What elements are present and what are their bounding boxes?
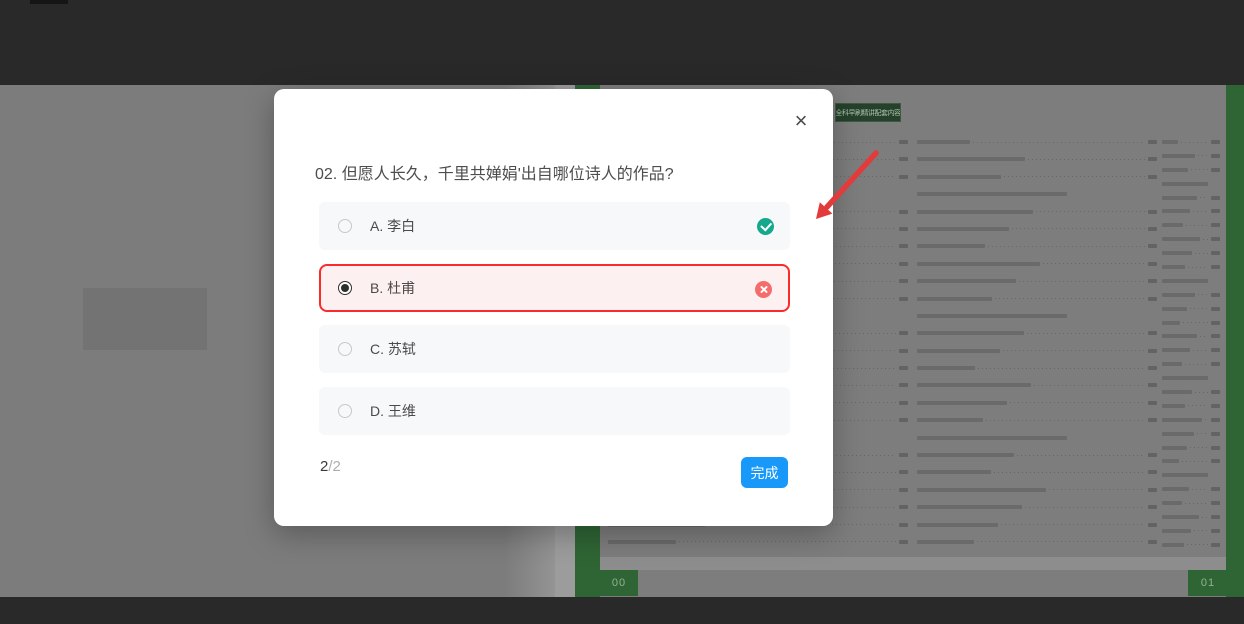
- toc-row: [1162, 362, 1220, 366]
- option-c[interactable]: C. 苏轼: [319, 325, 790, 373]
- toc-row: [1162, 223, 1220, 227]
- toc-row: [917, 210, 1157, 214]
- toc-row: [1162, 376, 1220, 380]
- toc-row: [1162, 307, 1220, 311]
- page-number-tab-left: 00: [600, 570, 638, 596]
- page-number-tab-right: 01: [1188, 570, 1226, 596]
- option-label: B. 杜甫: [370, 278, 415, 298]
- toc-row: [917, 383, 1157, 387]
- option-label: C. 苏轼: [370, 339, 416, 359]
- bottom-chrome-bar: [0, 597, 1244, 624]
- toc-row: [917, 540, 1157, 544]
- browser-tab-strip: [30, 0, 68, 4]
- toc-row: [1162, 432, 1220, 436]
- toc-row: [1162, 293, 1220, 297]
- progress-total: 2: [333, 458, 341, 475]
- toc-row: [917, 279, 1157, 283]
- radio-icon[interactable]: [338, 404, 352, 418]
- toc-row: [917, 227, 1157, 231]
- progress-indicator: 2/2: [320, 458, 341, 475]
- toc-row: [917, 436, 1157, 440]
- page-right-green-bar: [1226, 85, 1244, 597]
- radio-checked-icon[interactable]: [338, 281, 352, 295]
- toc-row: [917, 192, 1157, 196]
- toc-row: [917, 418, 1157, 422]
- toc-row: [917, 523, 1157, 527]
- toc-row: [917, 175, 1157, 179]
- page-footer-band: [600, 557, 1226, 570]
- x-circle-icon: [755, 281, 772, 298]
- radio-icon[interactable]: [338, 342, 352, 356]
- check-circle-icon: [757, 218, 774, 235]
- option-label: A. 李白: [370, 216, 415, 236]
- left-page-image-placeholder: [83, 288, 207, 350]
- toc-row: [1162, 348, 1220, 352]
- top-chrome-bar: [0, 0, 1244, 85]
- toc-row: [917, 470, 1157, 474]
- toc-row: [917, 366, 1157, 370]
- toc-row: [1162, 209, 1220, 213]
- toc-row: [1162, 418, 1220, 422]
- toc-row: [917, 488, 1157, 492]
- toc-row: [608, 540, 908, 544]
- toc-row: [1162, 446, 1220, 450]
- toc-row: [917, 244, 1157, 248]
- question-text: 02. 但愿人长久，千里共婵娟'出自哪位诗人的作品?: [315, 160, 805, 184]
- toc-row: [1162, 459, 1220, 463]
- toc-row: [1162, 487, 1220, 491]
- option-b[interactable]: B. 杜甫: [319, 264, 790, 312]
- toc-row: [917, 401, 1157, 405]
- toc-row: [1162, 196, 1220, 200]
- toc-header-badge: 全科早刷精讲配套内容: [835, 103, 901, 122]
- close-icon[interactable]: ×: [788, 109, 814, 135]
- radio-icon[interactable]: [338, 219, 352, 233]
- toc-row: [1162, 154, 1220, 158]
- toc-row: [1162, 515, 1220, 519]
- option-d[interactable]: D. 王维: [319, 387, 790, 435]
- toc-row: [1162, 265, 1220, 269]
- toc-row: [1162, 543, 1220, 547]
- toc-row: [917, 453, 1157, 457]
- toc-row: [1162, 321, 1220, 325]
- toc-row: [917, 297, 1157, 301]
- toc-row: [1162, 334, 1220, 338]
- options-list: A. 李白 B. 杜甫 C. 苏轼 D. 王维: [319, 202, 790, 448]
- toc-row: [917, 157, 1157, 161]
- red-arrow-annotation: [798, 143, 890, 231]
- toc-row: [1162, 168, 1220, 172]
- toc-row: [1162, 279, 1220, 283]
- finish-button[interactable]: 完成: [741, 457, 788, 488]
- toc-row: [1162, 251, 1220, 255]
- toc-column-3: [1162, 140, 1220, 557]
- toc-row: [917, 262, 1157, 266]
- toc-row: [917, 505, 1157, 509]
- toc-row: [1162, 404, 1220, 408]
- option-label: D. 王维: [370, 401, 416, 421]
- quiz-dialog: × 02. 但愿人长久，千里共婵娟'出自哪位诗人的作品? A. 李白 B. 杜甫…: [274, 89, 833, 526]
- toc-row: [917, 349, 1157, 353]
- toc-row: [917, 140, 1157, 144]
- toc-row: [1162, 473, 1220, 477]
- toc-row: [1162, 501, 1220, 505]
- option-a[interactable]: A. 李白: [319, 202, 790, 250]
- toc-row: [917, 331, 1157, 335]
- toc-row: [1162, 140, 1220, 144]
- toc-row: [1162, 390, 1220, 394]
- toc-row: [1162, 529, 1220, 533]
- toc-row: [1162, 237, 1220, 241]
- toc-row: [917, 314, 1157, 318]
- toc-column-2: [917, 140, 1157, 557]
- toc-row: [1162, 182, 1220, 186]
